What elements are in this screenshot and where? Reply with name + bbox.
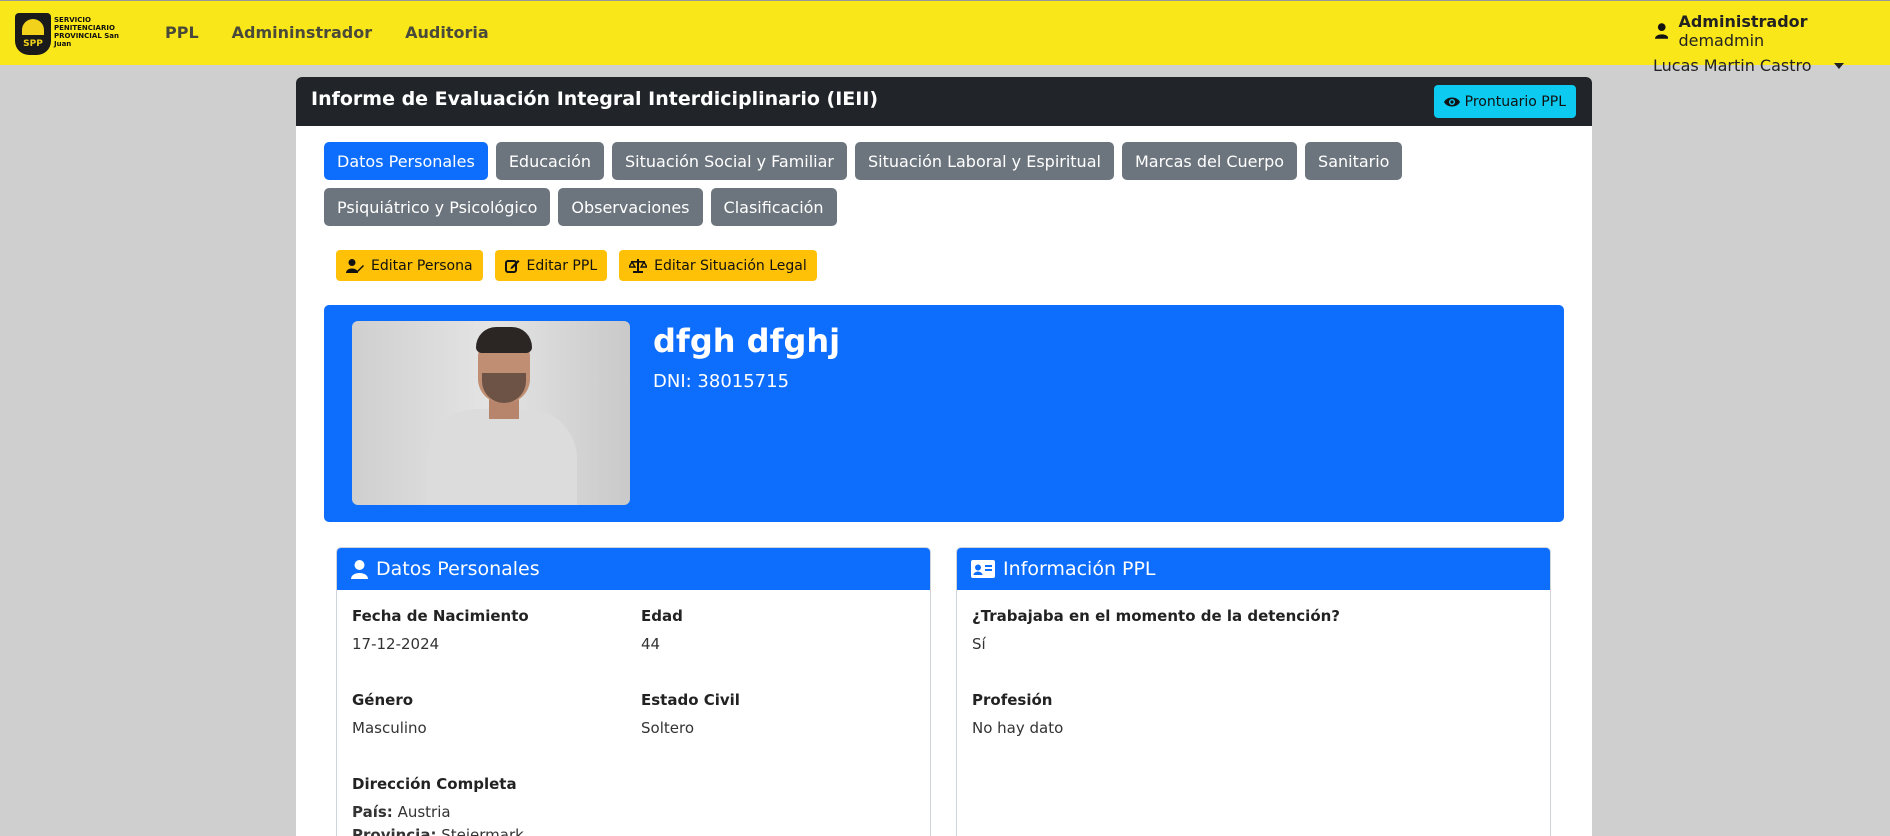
profesion-field: Profesión No hay dato (972, 691, 1063, 737)
user-icon (351, 559, 368, 579)
user-full-name: Lucas Martin Castro (1653, 56, 1812, 75)
prontuario-ppl-label: Prontuario PPL (1464, 93, 1566, 110)
tab-situacion-social-familiar[interactable]: Situación Social y Familiar (612, 142, 847, 180)
nav-link-administrador[interactable]: Admininstrador (232, 23, 372, 42)
pais-label: País: (352, 803, 393, 821)
datos-personales-header: Datos Personales (337, 548, 930, 590)
nav-link-ppl[interactable]: PPL (165, 23, 199, 42)
trabajaba-label: ¿Trabajaba en el momento de la detención… (972, 607, 1341, 625)
edad-field: Edad 44 (641, 607, 683, 653)
id-card-icon (971, 560, 995, 578)
edit-situacion-legal-button[interactable]: Editar Situación Legal (619, 250, 817, 281)
logo-text: SERVICIO PENITENCIARIO PROVINCIAL San Ju… (54, 16, 119, 48)
edit-situacion-legal-label: Editar Situación Legal (654, 257, 807, 274)
tab-educacion[interactable]: Educación (495, 142, 604, 180)
prontuario-ppl-button[interactable]: Prontuario PPL (1433, 85, 1576, 118)
caret-down-icon[interactable] (1833, 62, 1844, 69)
edit-ppl-button[interactable]: Editar PPL (494, 250, 608, 281)
user-icon (1655, 23, 1669, 39)
main-nav: PPL Admininstrador Auditoria (165, 23, 522, 42)
ieii-card: Informe de Evaluación Integral Interdici… (296, 77, 1592, 836)
informacion-ppl-title: Información PPL (1003, 558, 1156, 580)
estado-civil-field: Estado Civil Soltero (641, 691, 740, 737)
edad-value: 44 (641, 635, 661, 653)
tab-marcas-del-cuerpo[interactable]: Marcas del Cuerpo (1121, 142, 1298, 180)
genero-field: Género Masculino (352, 691, 427, 737)
tab-situacion-laboral-espiritual[interactable]: Situación Laboral y Espiritual (855, 142, 1114, 180)
edit-ppl-label: Editar PPL (526, 257, 598, 274)
username: demadmin (1678, 31, 1765, 50)
person-dni: DNI: 38015715 (653, 371, 790, 392)
direccion-label: Dirección Completa (352, 775, 517, 793)
nav-link-auditoria[interactable]: Auditoria (405, 23, 489, 42)
card-header: Informe de Evaluación Integral Interdici… (296, 77, 1592, 126)
edad-label: Edad (641, 607, 683, 625)
eye-icon (1443, 97, 1460, 106)
section-tabs: Datos Personales Educación Situación Soc… (324, 142, 1564, 234)
fecha-nacimiento-field: Fecha de Nacimiento 17-12-2024 (352, 607, 529, 653)
person-name: dfgh dfghj (653, 322, 841, 360)
genero-label: Género (352, 691, 414, 709)
fecha-nacimiento-value: 17-12-2024 (352, 635, 440, 653)
provincia-label: Provincia: (352, 826, 437, 836)
estado-civil-value: Soltero (641, 719, 694, 737)
edit-persona-label: Editar Persona (371, 257, 473, 274)
profesion-label: Profesión (972, 691, 1053, 709)
tab-psiquiatrico-psicologico[interactable]: Psiquiátrico y Psicológico (324, 188, 551, 226)
spp-shield-icon: SPP (15, 13, 51, 55)
page-title: Informe de Evaluación Integral Interdici… (311, 88, 879, 110)
profesion-value: No hay dato (972, 719, 1064, 737)
trabajaba-field: ¿Trabajaba en el momento de la detención… (972, 607, 1340, 653)
genero-value: Masculino (352, 719, 427, 737)
edit-actions: Editar Persona Editar PPL Editar Situaci… (336, 250, 817, 281)
user-role: Administrador (1678, 12, 1808, 31)
tab-sanitario[interactable]: Sanitario (1305, 142, 1403, 180)
fecha-nacimiento-label: Fecha de Nacimiento (352, 607, 529, 625)
informacion-ppl-header: Información PPL (957, 548, 1550, 590)
datos-personales-panel: Datos Personales Fecha de Nacimiento 17-… (336, 547, 931, 836)
datos-personales-title: Datos Personales (376, 558, 540, 580)
provincia-value: Steiermark (441, 826, 524, 836)
informacion-ppl-panel: Información PPL ¿Trabajaba en el momento… (956, 547, 1551, 836)
direccion-field: Dirección Completa País: Austria Provinc… (352, 775, 524, 836)
user-edit-icon (346, 258, 364, 273)
estado-civil-label: Estado Civil (641, 691, 740, 709)
person-header: dfgh dfghj DNI: 38015715 (324, 305, 1564, 522)
pen-to-square-icon (504, 260, 520, 273)
spp-logo[interactable]: SPP SERVICIO PENITENCIARIO PROVINCIAL Sa… (15, 13, 119, 55)
pais-value: Austria (397, 803, 451, 821)
scale-balanced-icon (629, 258, 648, 273)
trabajaba-value: Sí (972, 635, 986, 653)
top-navbar: SPP SERVICIO PENITENCIARIO PROVINCIAL Sa… (0, 0, 1890, 75)
person-photo (352, 321, 630, 505)
edit-persona-button[interactable]: Editar Persona (336, 250, 483, 281)
user-menu[interactable]: Administrador demadmin Lucas Martin Cast… (1653, 12, 1890, 75)
tab-datos-personales[interactable]: Datos Personales (324, 142, 488, 180)
tab-observaciones[interactable]: Observaciones (558, 188, 703, 226)
tab-clasificacion[interactable]: Clasificación (710, 188, 837, 226)
